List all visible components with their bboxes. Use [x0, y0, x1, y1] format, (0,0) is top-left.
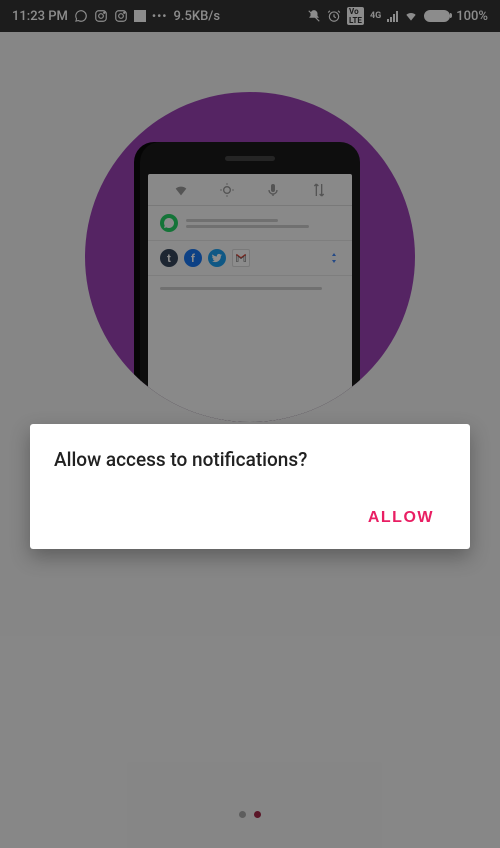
dialog-title: Allow access to notifications? [54, 448, 446, 471]
dialog-actions: ALLOW [54, 499, 446, 537]
allow-button[interactable]: ALLOW [356, 499, 446, 537]
permission-dialog: Allow access to notifications? ALLOW [30, 424, 470, 549]
